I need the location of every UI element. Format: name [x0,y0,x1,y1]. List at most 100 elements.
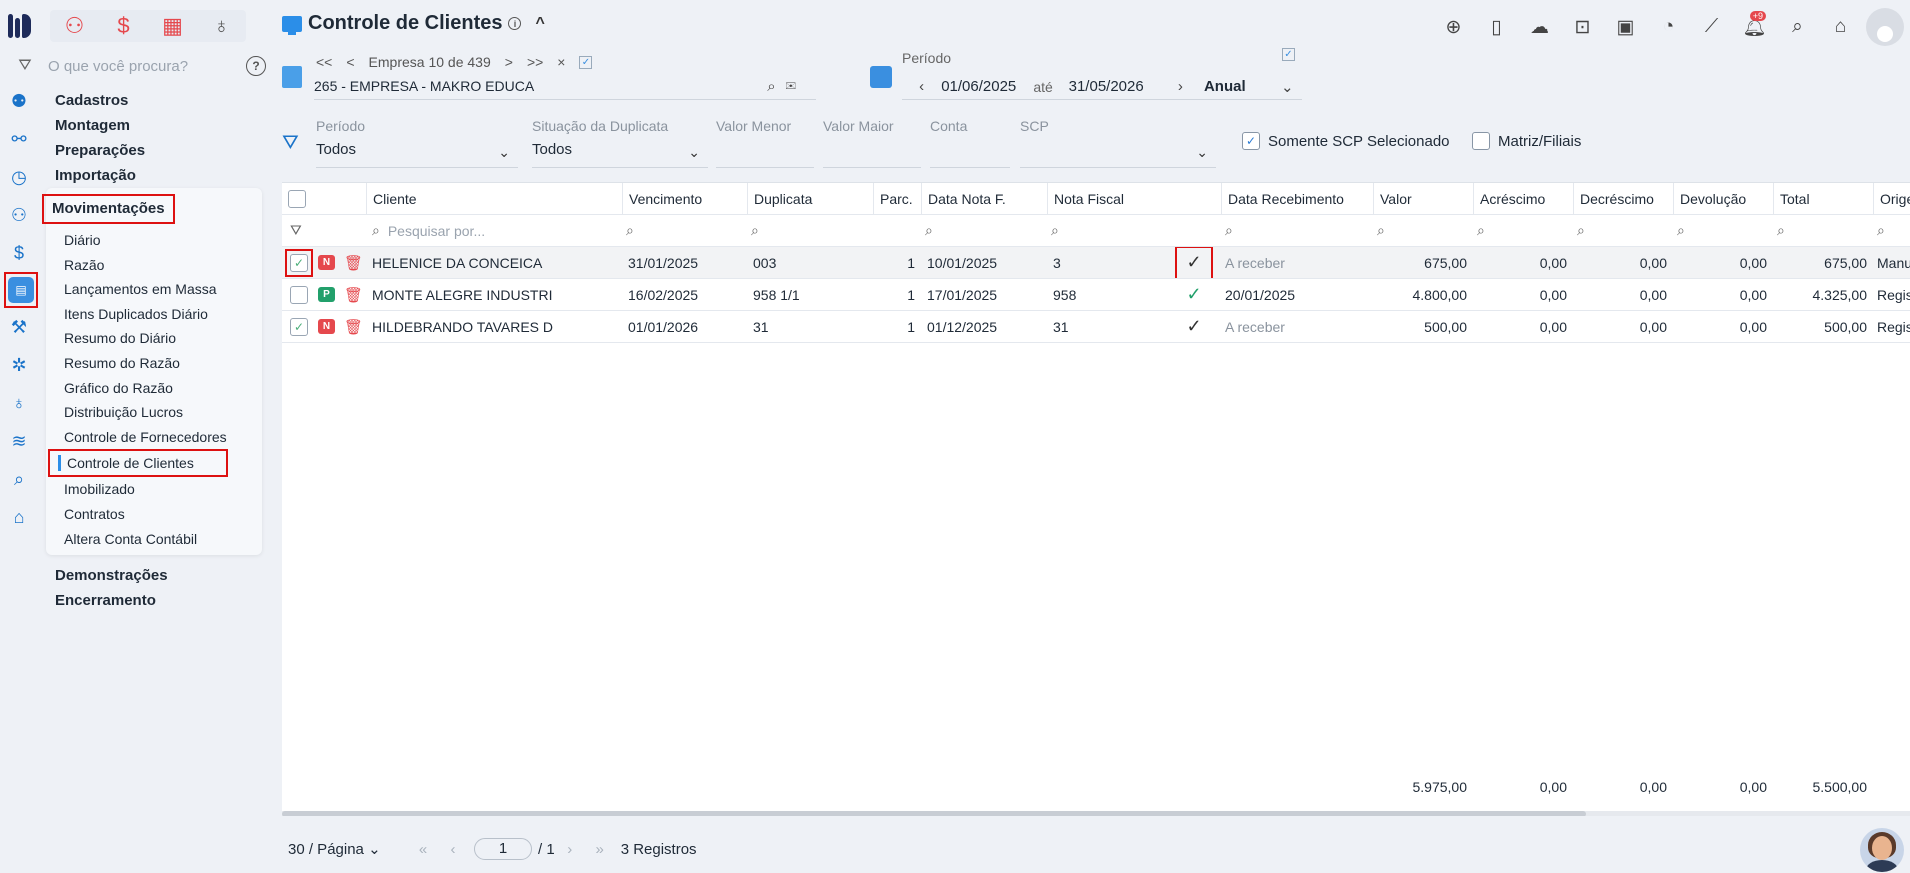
period-start[interactable]: 01/06/2025 [941,78,1033,95]
acrescimo-search-icon[interactable]: ⌕ [1473,215,1563,246]
last-page-button[interactable]: » [585,841,615,858]
checkbox-checked[interactable]: ✓ [1242,132,1260,150]
menu-group-cadastros[interactable]: Cadastros [46,88,262,113]
devolucao-search-icon[interactable]: ⌕ [1673,215,1763,246]
menu-search-input[interactable]: O que você procura? [40,58,246,75]
menu-item-imobilizado[interactable]: Imobilizado [46,477,262,502]
menu-group-importacao[interactable]: Importação [46,163,262,188]
dollar-circle-icon[interactable]: $ [0,234,38,272]
handshake-icon[interactable]: ⚯ [0,120,38,158]
inbox-icon[interactable]: ⊡ [1561,11,1604,43]
check-icon[interactable]: ✓ [1186,316,1201,337]
vencimento-search-icon[interactable]: ⌕ [622,215,742,246]
row-checkbox[interactable] [290,285,308,304]
check-icon[interactable]: ✓ [1186,284,1201,305]
chevron-down-icon[interactable]: ⌄ [1273,78,1302,96]
report-search-icon[interactable]: ⌕ [1776,11,1819,43]
info-icon[interactable]: i [508,17,522,30]
app-logo[interactable] [8,14,34,38]
calendar-icon[interactable]: ▣ [1604,11,1647,43]
origem-search-icon[interactable]: ⌕ [1873,215,1903,246]
first-page-button[interactable]: « [408,841,438,858]
assistant-avatar[interactable] [1860,828,1904,872]
col-origem[interactable]: Origem [1873,183,1910,214]
user-settings-icon[interactable]: ⚉ [0,82,38,120]
bell-icon[interactable]: 🔔︎ +9 [1733,11,1776,43]
menu-item-controle-clientes[interactable]: Controle de Clientes [48,449,228,478]
menu-item-diario[interactable]: Diário [46,228,262,253]
menu-item-contratos[interactable]: Contratos [46,502,262,527]
menu-group-movimentacoes[interactable]: Movimentações [42,194,175,224]
trash-icon[interactable]: 🗑︎ [344,247,366,278]
scrollbar-thumb[interactable] [282,811,1586,816]
graduation-cap-icon[interactable]: ⌂ [1819,11,1862,43]
filter-scp[interactable]: SCP ⌄ [1020,118,1216,168]
table-row[interactable]: ✓ N 🗑︎ HILDEBRANDO TAVARES D 01/01/2026 … [282,311,1910,343]
search-module-icon[interactable]: ⌕ [0,460,38,498]
col-parc[interactable]: Parc. [873,183,921,214]
menu-item-grafico-razao[interactable]: Gráfico do Razão [46,376,262,401]
menu-item-razao[interactable]: Razão [46,253,262,278]
menu-item-distribuicao-lucros[interactable]: Distribuição Lucros [46,400,262,425]
tools-icon[interactable]: ⚒ [0,308,38,346]
period-mode[interactable]: Anual [1204,78,1273,95]
somente-scp-checkbox[interactable]: ✓ Somente SCP Selecionado [1242,132,1450,150]
mail-icon[interactable]: ✉ [786,78,806,95]
col-data-nota[interactable]: Data Nota F. [921,183,1047,214]
col-vencimento[interactable]: Vencimento [622,183,747,214]
accounting-module-icon[interactable]: ▤ [4,272,38,308]
menu-item-altera-conta[interactable]: Altera Conta Contábil [46,527,262,552]
add-circle-icon[interactable]: ⊕ [1432,11,1475,43]
document-icon[interactable]: ▯ [1475,11,1518,43]
next-page-button[interactable]: › [555,841,585,858]
page-size-select[interactable]: 30 / Página ⌄ [288,840,408,858]
trash-icon[interactable]: 🗑︎ [344,279,366,310]
menu-item-controle-fornecedores[interactable]: Controle de Fornecedores [46,425,262,450]
menu-group-demonstracoes[interactable]: Demonstrações [46,563,262,588]
filter-valor-maior[interactable]: Valor Maior [823,118,921,168]
menu-group-encerramento[interactable]: Encerramento [46,588,262,613]
company-field[interactable]: 265 - EMPRESA - MAKRO EDUCA ⌕✉ [314,78,816,100]
row-checkbox-checked[interactable]: ✓ [290,317,308,336]
prev-company-button[interactable]: < [346,54,354,70]
last-company-button[interactable]: >> [527,54,543,70]
pie-chart-icon[interactable]: ◔ [1647,11,1690,43]
matriz-filiais-checkbox[interactable]: Matriz/Filiais [1472,132,1581,150]
period-checkbox[interactable]: ✓ [1282,48,1295,61]
table-row[interactable]: P 🗑︎ MONTE ALEGRE INDUSTRI 16/02/2025 95… [282,279,1910,311]
clock-icon[interactable]: ◷ [0,158,38,196]
filter-conta[interactable]: Conta [930,118,1010,168]
col-data-recebimento[interactable]: Data Recebimento [1221,183,1373,214]
help-icon[interactable]: ? [246,56,266,76]
people-icon[interactable]: ⚇ [50,10,99,42]
cliente-search[interactable]: ⌕ Pesquisar por... [368,215,618,246]
duplicata-search-icon[interactable]: ⌕ [747,215,867,246]
menu-group-preparacoes[interactable]: Preparações [46,138,262,163]
prev-period-button[interactable]: ‹ [902,78,941,95]
nota-fiscal-search-icon[interactable]: ⌕ [1047,215,1167,246]
calculator-icon[interactable]: ▦ [148,10,197,42]
checkbox-unchecked[interactable] [1472,132,1490,150]
filter-icon[interactable]: ⛛ [10,57,40,75]
page-input[interactable]: 1 [474,838,532,860]
next-company-button[interactable]: > [505,54,513,70]
dollar-icon[interactable]: $ [99,10,148,42]
prev-page-button[interactable]: ‹ [438,841,468,858]
home-icon[interactable]: ⌂ [0,498,38,536]
layers-icon[interactable]: ≋ [0,422,38,460]
filter-icon[interactable]: ⛛ [286,215,316,246]
filter-situacao[interactable]: Situação da Duplicata Todos ⌄ [532,118,708,168]
period-end[interactable]: 31/05/2026 [1069,78,1161,95]
menu-item-resumo-razao[interactable]: Resumo do Razão [46,351,262,376]
filter-valor-menor[interactable]: Valor Menor [716,118,814,168]
menu-group-montagem[interactable]: Montagem [46,113,262,138]
col-nota-fiscal[interactable]: Nota Fiscal [1047,183,1221,214]
company-checkbox[interactable]: ✓ [579,55,593,69]
first-company-button[interactable]: << [316,54,332,70]
funnel-icon[interactable]: ⛛ [282,132,299,155]
col-total[interactable]: Total [1773,183,1873,214]
col-decrescimo[interactable]: Decréscimo [1573,183,1673,214]
total-search-icon[interactable]: ⌕ [1773,215,1863,246]
decrescimo-search-icon[interactable]: ⌕ [1573,215,1663,246]
money-bag-icon[interactable]: ♁ [197,10,246,42]
